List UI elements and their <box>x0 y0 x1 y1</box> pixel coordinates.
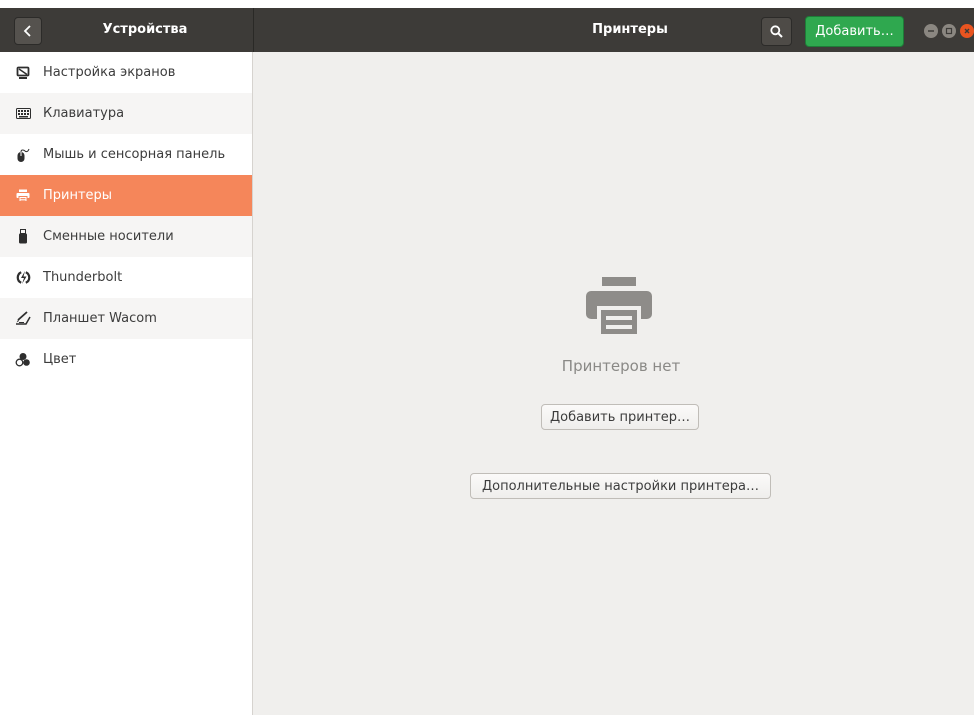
sidebar-item-label: Цвет <box>43 352 77 367</box>
minimize-button[interactable] <box>924 24 938 38</box>
color-icon <box>15 352 31 368</box>
mouse-icon <box>15 147 31 163</box>
keyboard-icon <box>15 106 31 122</box>
close-icon <box>964 28 970 34</box>
usb-icon <box>15 229 31 245</box>
back-button[interactable] <box>14 17 42 45</box>
printer-icon <box>15 188 31 204</box>
page-title: Принтеры <box>592 22 668 37</box>
header-left-section: Устройства <box>0 8 254 52</box>
sidebar-item-label: Мышь и сенсорная панель <box>43 147 226 162</box>
sidebar-item-mouse[interactable]: Мышь и сенсорная панель <box>0 134 252 175</box>
sidebar-item-printers[interactable]: Принтеры <box>0 175 252 216</box>
thunderbolt-icon <box>15 270 31 286</box>
maximize-button[interactable] <box>942 24 956 38</box>
search-icon <box>770 25 783 38</box>
sidebar-item-wacom[interactable]: Планшет Wacom <box>0 298 252 339</box>
advanced-printer-settings-button[interactable]: Дополнительные настройки принтера… <box>470 473 771 499</box>
chevron-left-icon <box>23 25 31 37</box>
minimize-icon <box>928 30 934 32</box>
sidebar-item-label: Настройка экранов <box>43 65 176 80</box>
header-bar: Устройства Принтеры Добавить… <box>0 8 974 52</box>
display-icon <box>15 65 31 81</box>
sidebar-item-label: Планшет Wacom <box>43 311 157 326</box>
tablet-icon <box>15 311 31 327</box>
sidebar: Настройка экранов Клавиатура Мышь и сенс… <box>0 52 253 715</box>
sidebar-item-label: Сменные носители <box>43 229 174 244</box>
settings-window: Устройства Принтеры Добавить… Настройка … <box>0 8 974 715</box>
sidebar-item-thunderbolt[interactable]: Thunderbolt <box>0 257 252 298</box>
printer-icon <box>586 277 652 337</box>
sidebar-item-displays[interactable]: Настройка экранов <box>0 52 252 93</box>
close-button[interactable] <box>960 24 974 38</box>
sidebar-item-keyboard[interactable]: Клавиатура <box>0 93 252 134</box>
sidebar-item-removable-media[interactable]: Сменные носители <box>0 216 252 257</box>
no-printers-text: Принтеров нет <box>561 357 681 375</box>
sidebar-item-label: Клавиатура <box>43 106 125 121</box>
sidebar-item-label: Принтеры <box>43 188 113 203</box>
sidebar-item-color[interactable]: Цвет <box>0 339 252 380</box>
search-button[interactable] <box>761 17 792 46</box>
sidebar-item-label: Thunderbolt <box>43 270 123 285</box>
add-printer-header-button[interactable]: Добавить… <box>805 16 904 47</box>
maximize-icon <box>945 27 953 35</box>
add-printer-button[interactable]: Добавить принтер… <box>541 404 699 430</box>
printers-panel: Принтеров нет Добавить принтер… Дополнит… <box>254 52 974 715</box>
sidebar-title: Устройства <box>102 22 188 37</box>
